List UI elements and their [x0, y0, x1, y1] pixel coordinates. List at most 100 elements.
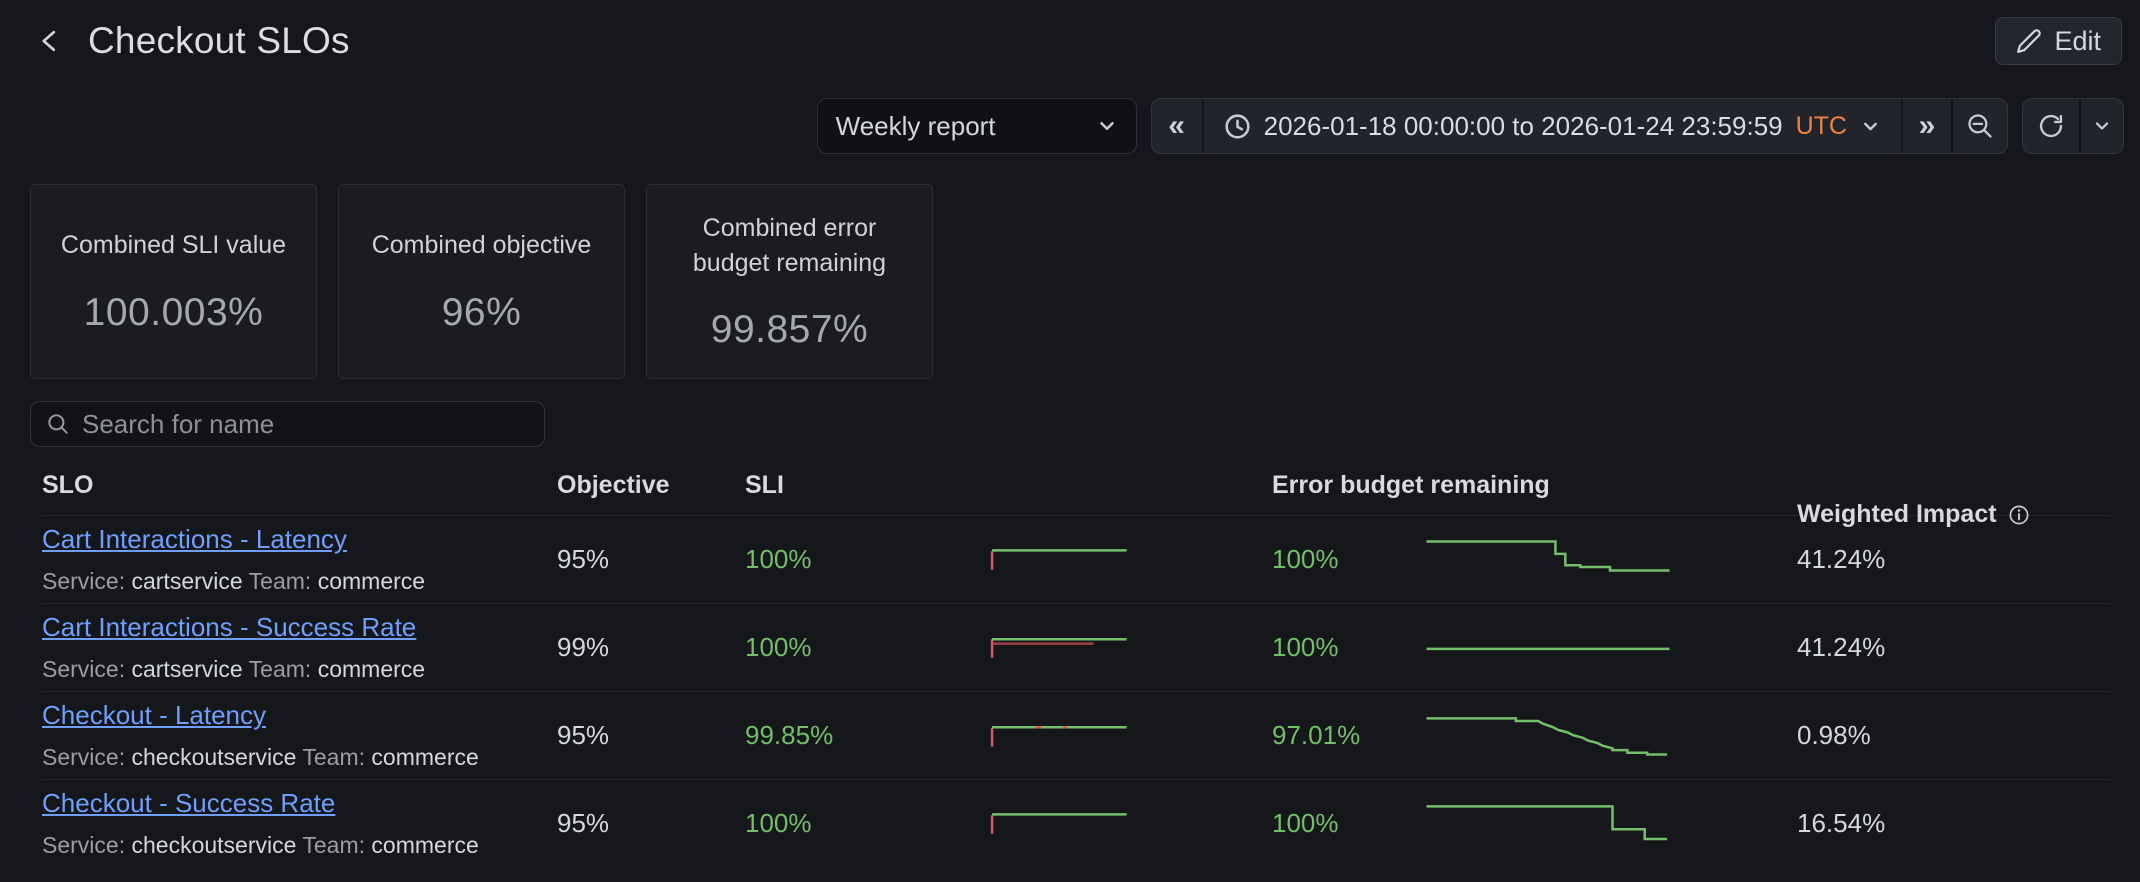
refresh-icon	[2037, 112, 2065, 140]
error-budget-value: 97.01%	[1272, 720, 1424, 751]
sli-sparkline	[990, 538, 1128, 582]
stat-label: Combined objective	[372, 228, 592, 263]
search-input[interactable]	[82, 409, 530, 440]
weighted-impact-value: 41.24%	[1797, 544, 2110, 575]
column-header-weighted-impact-label: Weighted Impact	[1797, 500, 1997, 529]
pencil-icon	[2016, 28, 2042, 54]
zoom-out-time-button[interactable]	[1951, 99, 2007, 153]
stat-value: 100.003%	[84, 291, 264, 335]
team-value: commerce	[318, 568, 425, 594]
back-button[interactable]	[28, 19, 72, 63]
search-box	[30, 401, 545, 447]
service-value: cartservice	[131, 656, 242, 682]
service-label: Service:	[42, 744, 125, 770]
refresh-group	[2022, 98, 2124, 154]
page-title: Checkout SLOs	[88, 20, 350, 62]
objective-value: 95%	[557, 720, 745, 751]
objective-value: 99%	[557, 632, 745, 663]
time-shift-back-button[interactable]: «	[1152, 99, 1202, 153]
team-value: commerce	[318, 656, 425, 682]
slo-table: SLO Objective SLI Error budget remaining…	[42, 471, 2110, 867]
stat-panel-combined-error-budget: Combined error budget remaining 99.857%	[646, 184, 933, 379]
slo-meta: Service: cartservice Team: commerce	[42, 568, 557, 595]
stat-label: Combined error budget remaining	[673, 211, 906, 280]
sli-value: 100%	[745, 632, 990, 663]
objective-value: 95%	[557, 544, 745, 575]
sli-value: 99.85%	[745, 720, 990, 751]
error-budget-value: 100%	[1272, 808, 1424, 839]
column-header-error-budget-label: Error budget remaining	[1272, 471, 1550, 500]
column-header-slo: SLO	[42, 471, 557, 500]
slo-cell: Cart Interactions - Latency Service: car…	[42, 524, 557, 595]
service-value: checkoutservice	[131, 832, 296, 858]
error-budget-sparkline	[1424, 626, 1672, 670]
weighted-impact-value: 0.98%	[1797, 720, 2110, 751]
service-value: cartservice	[131, 568, 242, 594]
sli-value: 100%	[745, 544, 990, 575]
slo-link[interactable]: Checkout - Success Rate	[42, 788, 335, 819]
team-label: Team:	[249, 568, 312, 594]
edit-button-label: Edit	[2054, 26, 2101, 57]
stat-panel-combined-sli: Combined SLI value 100.003%	[30, 184, 317, 379]
sli-value: 100%	[745, 808, 990, 839]
report-variable-select[interactable]: Weekly report	[817, 98, 1137, 154]
stat-value: 99.857%	[711, 308, 868, 352]
table-header: SLO Objective SLI Error budget remaining…	[42, 471, 2110, 515]
time-picker-group: « 2026-01-18 00:00:00 to 2026-01-24 23:5…	[1151, 98, 2008, 154]
stat-panel-combined-objective: Combined objective 96%	[338, 184, 625, 379]
slo-cell: Checkout - Latency Service: checkoutserv…	[42, 700, 557, 771]
stats-row: Combined SLI value 100.003% Combined obj…	[30, 184, 2140, 379]
service-label: Service:	[42, 656, 125, 682]
weighted-impact-value: 16.54%	[1797, 808, 2110, 839]
toolbar: Weekly report « 2026-01-18 00:00:00 to 2…	[0, 98, 2140, 154]
column-header-sli: SLI	[745, 471, 990, 500]
time-range-button[interactable]: 2026-01-18 00:00:00 to 2026-01-24 23:59:…	[1202, 99, 1901, 153]
service-value: checkoutservice	[131, 744, 296, 770]
report-variable-value: Weekly report	[836, 111, 996, 142]
service-label: Service:	[42, 568, 125, 594]
sli-sparkline	[990, 714, 1128, 758]
refresh-interval-button[interactable]	[2079, 99, 2123, 153]
sli-sparkline	[990, 802, 1128, 846]
slo-cell: Cart Interactions - Success Rate Service…	[42, 612, 557, 683]
slo-cell: Checkout - Success Rate Service: checkou…	[42, 788, 557, 859]
stat-value: 96%	[442, 291, 522, 335]
clock-icon	[1224, 113, 1251, 140]
slo-link[interactable]: Cart Interactions - Success Rate	[42, 612, 416, 643]
team-value: commerce	[371, 832, 478, 858]
column-header-weighted-impact: Weighted Impact	[1797, 500, 2110, 529]
column-header-error-budget: Error budget remaining	[1272, 471, 2110, 500]
slo-link[interactable]: Checkout - Latency	[42, 700, 266, 731]
team-label: Team:	[249, 656, 312, 682]
error-budget-sparkline	[1424, 538, 1672, 582]
slo-meta: Service: checkoutservice Team: commerce	[42, 832, 557, 859]
time-shift-forward-button[interactable]: »	[1901, 99, 1951, 153]
sli-sparkline	[990, 626, 1128, 670]
time-range-text: 2026-01-18 00:00:00 to 2026-01-24 23:59:…	[1264, 111, 1783, 142]
edit-button[interactable]: Edit	[1995, 17, 2122, 65]
error-budget-sparkline	[1424, 714, 1672, 758]
search-icon	[45, 411, 71, 437]
slo-meta: Service: cartservice Team: commerce	[42, 656, 557, 683]
column-header-objective: Objective	[557, 471, 745, 500]
service-label: Service:	[42, 832, 125, 858]
slo-meta: Service: checkoutservice Team: commerce	[42, 744, 557, 771]
table-row: Checkout - Success Rate Service: checkou…	[42, 779, 2110, 867]
info-icon[interactable]	[2007, 503, 2031, 527]
error-budget-value: 100%	[1272, 544, 1424, 575]
timezone-label: UTC	[1796, 112, 1847, 141]
refresh-button[interactable]	[2023, 99, 2079, 153]
objective-value: 95%	[557, 808, 745, 839]
page-header: Checkout SLOs Edit	[0, 0, 2140, 66]
team-value: commerce	[371, 744, 478, 770]
chevron-down-icon	[1096, 115, 1118, 137]
weighted-impact-value: 41.24%	[1797, 632, 2110, 663]
error-budget-sparkline	[1424, 802, 1672, 846]
chevron-down-icon	[2092, 116, 2112, 136]
table-row: Checkout - Latency Service: checkoutserv…	[42, 691, 2110, 779]
team-label: Team:	[302, 832, 365, 858]
chevron-down-icon	[1860, 116, 1881, 137]
table-row: Cart Interactions - Success Rate Service…	[42, 603, 2110, 691]
slo-link[interactable]: Cart Interactions - Latency	[42, 524, 347, 555]
stat-label: Combined SLI value	[61, 228, 286, 263]
